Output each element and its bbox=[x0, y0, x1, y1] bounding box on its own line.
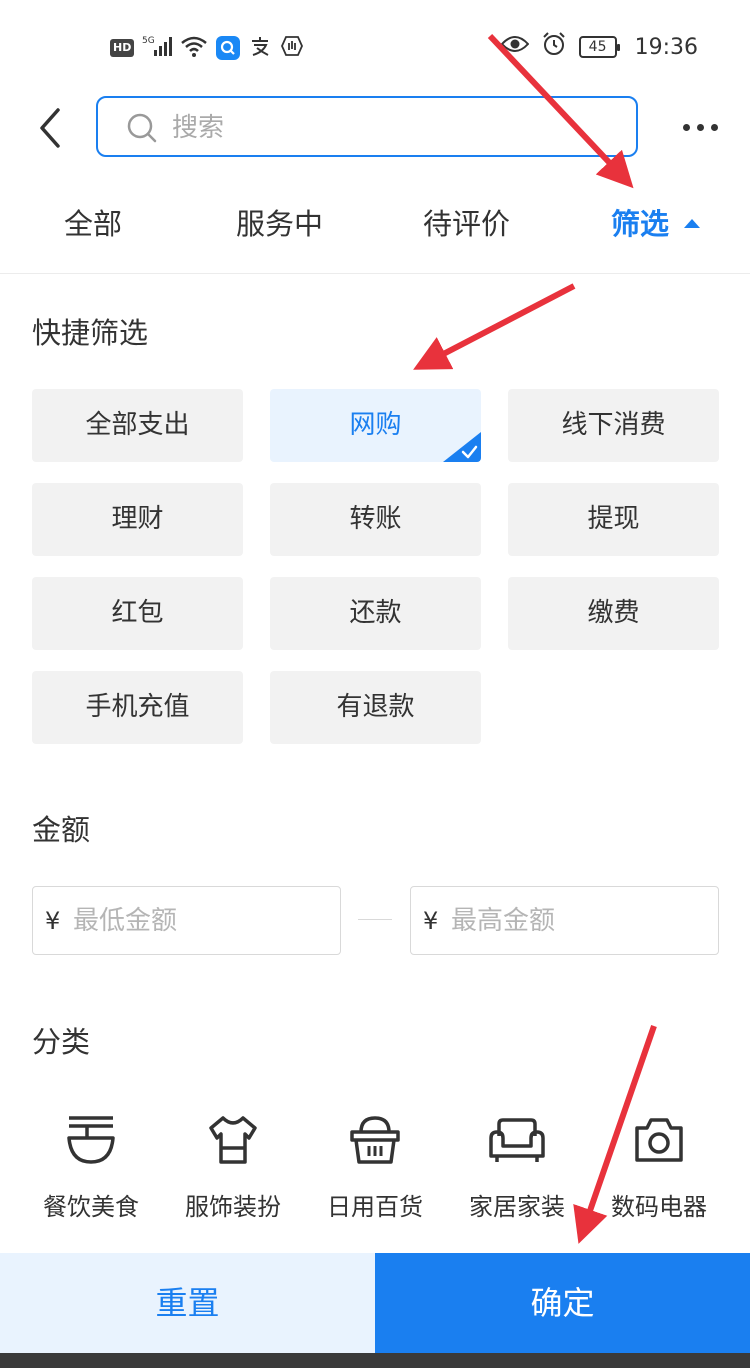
status-bar: HD 5G 45 19:36 bbox=[0, 0, 750, 96]
max-amount-placeholder: 最高金额 bbox=[451, 906, 556, 936]
bowl-icon bbox=[67, 1116, 115, 1164]
filter-chip-bills[interactable]: 缴费 bbox=[508, 577, 719, 650]
app-notification-icon bbox=[216, 36, 241, 60]
filter-chip-withdraw[interactable]: 提现 bbox=[508, 483, 719, 556]
annotation-arrow-to-online-shopping bbox=[413, 283, 576, 370]
more-dot bbox=[683, 124, 690, 131]
category-home[interactable]: 家居家装 bbox=[447, 1112, 587, 1224]
filter-chip-finance[interactable]: 理财 bbox=[32, 483, 243, 556]
eye-comfort-icon bbox=[500, 34, 529, 60]
top-nav: 搜索 bbox=[0, 96, 750, 160]
more-dot bbox=[697, 124, 704, 131]
sofa-icon bbox=[489, 1118, 545, 1162]
category-label: 餐饮美食 bbox=[43, 1193, 139, 1221]
filter-chip-red-packet[interactable]: 红包 bbox=[32, 577, 243, 650]
filter-chip-mobile-topup[interactable]: 手机充值 bbox=[32, 671, 243, 744]
caret-up-icon bbox=[684, 219, 700, 228]
tab-bar: 全部 服务中 待评价 筛选 bbox=[0, 190, 750, 274]
min-amount-placeholder: 最低金额 bbox=[73, 906, 178, 936]
status-bar-left: HD 5G bbox=[110, 34, 304, 62]
range-separator bbox=[358, 919, 392, 920]
alarm-icon bbox=[541, 31, 567, 63]
reset-button[interactable]: 重置 bbox=[0, 1253, 375, 1353]
filter-chip-online-shopping[interactable]: 网购 bbox=[270, 389, 481, 462]
category-title: 分类 bbox=[32, 1025, 91, 1059]
system-navigation-bar bbox=[0, 1353, 750, 1368]
search-icon bbox=[127, 113, 157, 143]
category-daily-goods[interactable]: 日用百货 bbox=[305, 1112, 445, 1224]
filter-chip-all-expenses[interactable]: 全部支出 bbox=[32, 389, 243, 462]
category-label: 家居家装 bbox=[469, 1193, 565, 1221]
chevron-left-icon bbox=[40, 108, 60, 148]
chip-label: 网购 bbox=[349, 410, 402, 440]
clock-time: 19:36 bbox=[634, 34, 698, 60]
basket-icon bbox=[350, 1116, 400, 1164]
alipay-notification-icon bbox=[248, 34, 272, 63]
hand-notification-icon bbox=[280, 34, 304, 63]
quick-filter-title: 快捷筛选 bbox=[32, 316, 149, 350]
more-options-button[interactable] bbox=[680, 112, 720, 142]
filter-chip-transfer[interactable]: 转账 bbox=[270, 483, 481, 556]
filter-chip-refund[interactable]: 有退款 bbox=[270, 671, 481, 744]
network-type: 5G bbox=[142, 36, 155, 46]
filter-chip-offline[interactable]: 线下消费 bbox=[508, 389, 719, 462]
category-label: 日用百货 bbox=[327, 1193, 423, 1221]
hd-badge: HD bbox=[110, 39, 135, 57]
more-dot bbox=[711, 124, 718, 131]
currency-symbol: ¥ bbox=[423, 907, 439, 935]
min-amount-field[interactable]: ¥ 最低金额 bbox=[32, 886, 341, 955]
search-input[interactable]: 搜索 bbox=[96, 96, 638, 157]
wifi-icon bbox=[180, 34, 208, 63]
signal-icon: 5G bbox=[142, 34, 173, 63]
amount-title: 金额 bbox=[32, 813, 91, 847]
category-electronics[interactable]: 数码电器 bbox=[589, 1112, 729, 1224]
shirt-icon bbox=[209, 1116, 257, 1164]
back-button[interactable] bbox=[30, 102, 70, 154]
confirm-button[interactable]: 确定 bbox=[375, 1253, 750, 1353]
tab-to-review[interactable]: 待评价 bbox=[423, 204, 510, 244]
category-clothing[interactable]: 服饰装扮 bbox=[163, 1112, 303, 1224]
currency-symbol: ¥ bbox=[45, 907, 61, 935]
category-food[interactable]: 餐饮美食 bbox=[21, 1112, 161, 1224]
category-label: 服饰装扮 bbox=[185, 1193, 281, 1221]
checkmark-corner-icon bbox=[443, 432, 481, 462]
tab-all[interactable]: 全部 bbox=[64, 204, 122, 244]
max-amount-field[interactable]: ¥ 最高金额 bbox=[410, 886, 719, 955]
camera-icon bbox=[635, 1118, 683, 1162]
battery-icon: 45 bbox=[578, 36, 620, 58]
status-bar-right: 45 19:36 bbox=[500, 31, 698, 63]
category-label: 数码电器 bbox=[611, 1193, 707, 1221]
tab-filter[interactable]: 筛选 bbox=[611, 204, 669, 244]
filter-chip-repayment[interactable]: 还款 bbox=[270, 577, 481, 650]
tab-in-service[interactable]: 服务中 bbox=[236, 204, 323, 244]
search-placeholder: 搜索 bbox=[172, 113, 225, 143]
